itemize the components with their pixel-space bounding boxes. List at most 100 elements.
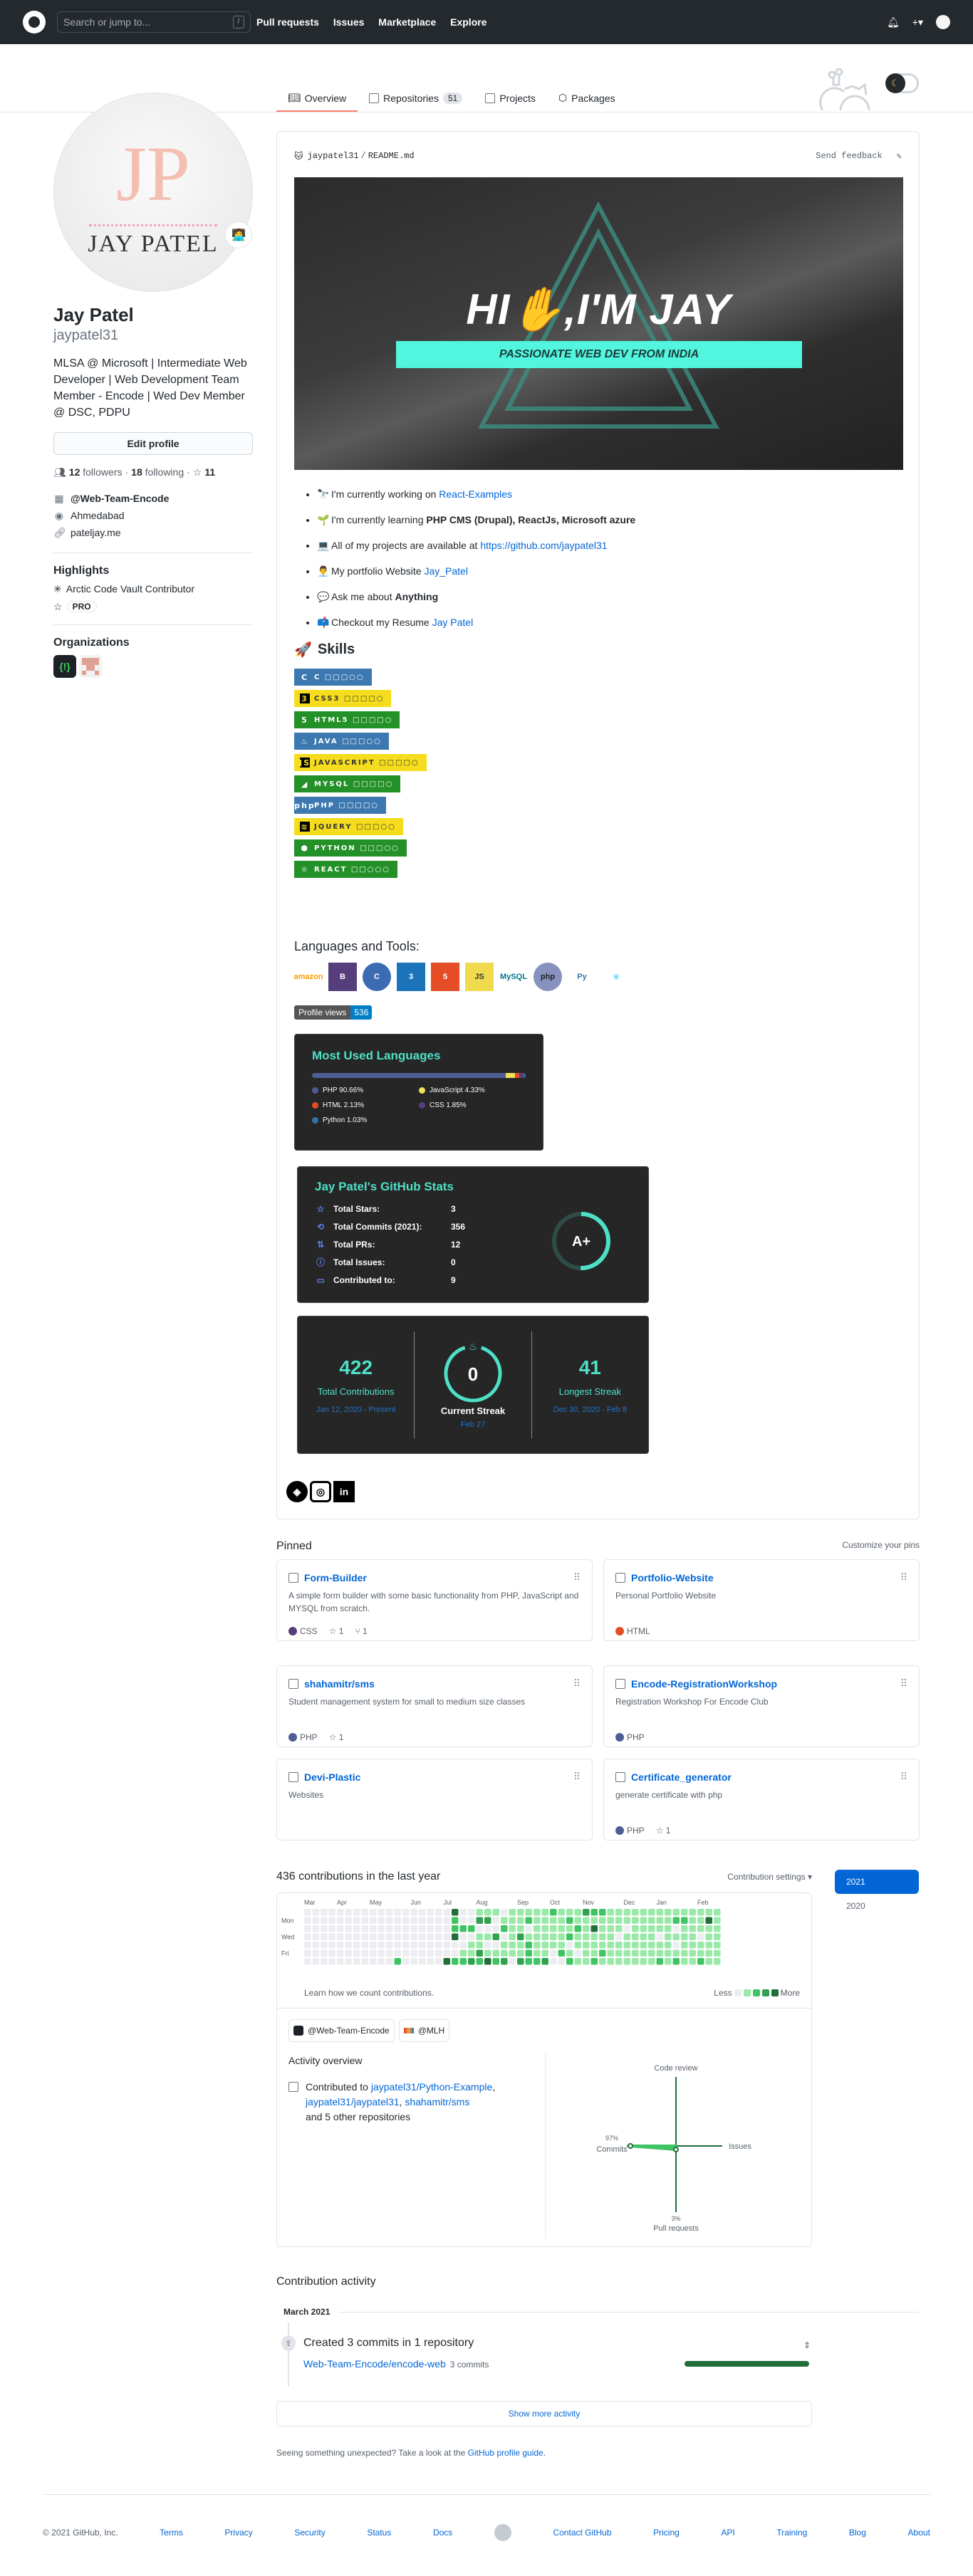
contribution-day[interactable]	[476, 1958, 484, 1965]
contribution-day[interactable]	[321, 1917, 328, 1925]
contribution-day[interactable]	[525, 1949, 533, 1957]
contribution-day[interactable]	[370, 1949, 377, 1957]
contribution-day[interactable]	[370, 1942, 377, 1949]
contribution-day[interactable]	[484, 1958, 491, 1965]
contribution-day[interactable]	[672, 1933, 680, 1941]
contribution-day[interactable]	[632, 1933, 639, 1941]
contribution-day[interactable]	[550, 1917, 557, 1925]
contribution-day[interactable]	[337, 1925, 344, 1932]
contribution-day[interactable]	[435, 1933, 442, 1941]
contribution-day[interactable]	[656, 1942, 664, 1949]
pinned-repo-link[interactable]: shahamitr/sms	[304, 1678, 375, 1690]
footer-security[interactable]: Security	[294, 2528, 325, 2538]
contribution-day[interactable]	[640, 1942, 647, 1949]
contribution-day[interactable]	[452, 1925, 459, 1932]
contribution-day[interactable]	[328, 1958, 336, 1965]
contribution-day[interactable]	[640, 1917, 647, 1925]
contribution-day[interactable]	[550, 1958, 557, 1965]
contribution-day[interactable]	[452, 1933, 459, 1941]
contribution-day[interactable]	[452, 1942, 459, 1949]
contribution-day[interactable]	[705, 1958, 713, 1965]
contribution-day[interactable]	[632, 1909, 639, 1916]
contribution-day[interactable]	[476, 1909, 484, 1916]
contribution-day[interactable]	[435, 1909, 442, 1916]
contribution-day[interactable]	[321, 1933, 328, 1941]
footer-api[interactable]: API	[721, 2528, 734, 2538]
contribution-day[interactable]	[705, 1917, 713, 1925]
activity-repo-link[interactable]: Web-Team-Encode/encode-web	[303, 2358, 446, 2370]
year-2021[interactable]: 2021	[835, 1870, 919, 1894]
contribution-day[interactable]	[525, 1942, 533, 1949]
contribution-day[interactable]	[640, 1949, 647, 1957]
customize-pins-link[interactable]: Customize your pins	[842, 1540, 920, 1553]
contribution-day[interactable]	[525, 1958, 533, 1965]
contribution-day[interactable]	[656, 1949, 664, 1957]
contribution-day[interactable]	[304, 1909, 311, 1916]
contribution-day[interactable]	[705, 1942, 713, 1949]
contribution-day[interactable]	[583, 1949, 590, 1957]
contribution-day[interactable]	[509, 1917, 516, 1925]
contribution-day[interactable]	[361, 1925, 369, 1932]
contribution-day[interactable]	[665, 1942, 672, 1949]
contribution-day[interactable]	[435, 1958, 442, 1965]
contribution-day[interactable]	[370, 1917, 377, 1925]
php-logo-icon[interactable]: php	[534, 963, 562, 991]
send-feedback-link[interactable]: Send feedback	[816, 151, 883, 161]
contribution-day[interactable]	[312, 1949, 320, 1957]
readme-link[interactable]: Jay Patel	[432, 617, 474, 628]
contribution-day[interactable]	[534, 1933, 541, 1941]
contribution-day[interactable]	[599, 1949, 606, 1957]
contribution-day[interactable]	[697, 1958, 704, 1965]
contributed-repo-link[interactable]: shahamitr/sms	[405, 2096, 469, 2108]
contribution-day[interactable]	[509, 1958, 516, 1965]
contribution-day[interactable]	[468, 1942, 475, 1949]
repo-forks[interactable]: ⑂ 1	[355, 1626, 367, 1636]
c-logo-icon[interactable]: C	[363, 963, 391, 991]
contribution-day[interactable]	[501, 1933, 508, 1941]
contribution-day[interactable]	[566, 1942, 573, 1949]
contribution-day[interactable]	[304, 1958, 311, 1965]
contribution-day[interactable]	[681, 1909, 688, 1916]
contribution-day[interactable]	[623, 1925, 631, 1932]
contribution-day[interactable]	[484, 1909, 491, 1916]
contribution-day[interactable]	[394, 1942, 402, 1949]
contribution-day[interactable]	[599, 1909, 606, 1916]
contribution-day[interactable]	[361, 1909, 369, 1916]
contribution-day[interactable]	[525, 1925, 533, 1932]
contribution-day[interactable]	[541, 1933, 549, 1941]
contribution-day[interactable]	[468, 1958, 475, 1965]
footer-pricing[interactable]: Pricing	[653, 2528, 680, 2538]
contribution-day[interactable]	[304, 1933, 311, 1941]
contribution-day[interactable]	[459, 1909, 467, 1916]
footer-training[interactable]: Training	[776, 2528, 807, 2538]
contribution-day[interactable]	[599, 1942, 606, 1949]
contribution-day[interactable]	[361, 1949, 369, 1957]
status-emoji[interactable]: 🧑‍💻	[225, 221, 252, 248]
contribution-day[interactable]	[386, 1949, 393, 1957]
contribution-day[interactable]	[509, 1925, 516, 1932]
contribution-day[interactable]	[394, 1925, 402, 1932]
bell-icon[interactable]: 🔔︎	[887, 16, 900, 28]
contribution-day[interactable]	[492, 1917, 500, 1925]
contribution-day[interactable]	[394, 1958, 402, 1965]
contribution-day[interactable]	[337, 1917, 344, 1925]
contribution-day[interactable]	[328, 1909, 336, 1916]
edit-profile-button[interactable]: Edit profile	[53, 431, 253, 455]
contribution-day[interactable]	[689, 1949, 697, 1957]
contributed-repo-link[interactable]: jaypatel31/jaypatel31	[306, 2096, 400, 2108]
contribution-day[interactable]	[443, 1933, 451, 1941]
contribution-day[interactable]	[590, 1925, 598, 1932]
contribution-day[interactable]	[689, 1958, 697, 1965]
contribution-day[interactable]	[550, 1909, 557, 1916]
contribution-day[interactable]	[427, 1933, 435, 1941]
contribution-day[interactable]	[574, 1925, 582, 1932]
contribution-day[interactable]	[590, 1958, 598, 1965]
contribution-day[interactable]	[583, 1958, 590, 1965]
learn-contributions-link[interactable]: Learn how we count contributions.	[304, 1988, 434, 1998]
contribution-day[interactable]	[541, 1917, 549, 1925]
contribution-day[interactable]	[459, 1949, 467, 1957]
github-footer-logo-icon[interactable]	[494, 2524, 511, 2541]
contribution-day[interactable]	[632, 1942, 639, 1949]
contribution-day[interactable]	[443, 1909, 451, 1916]
contribution-day[interactable]	[689, 1925, 697, 1932]
